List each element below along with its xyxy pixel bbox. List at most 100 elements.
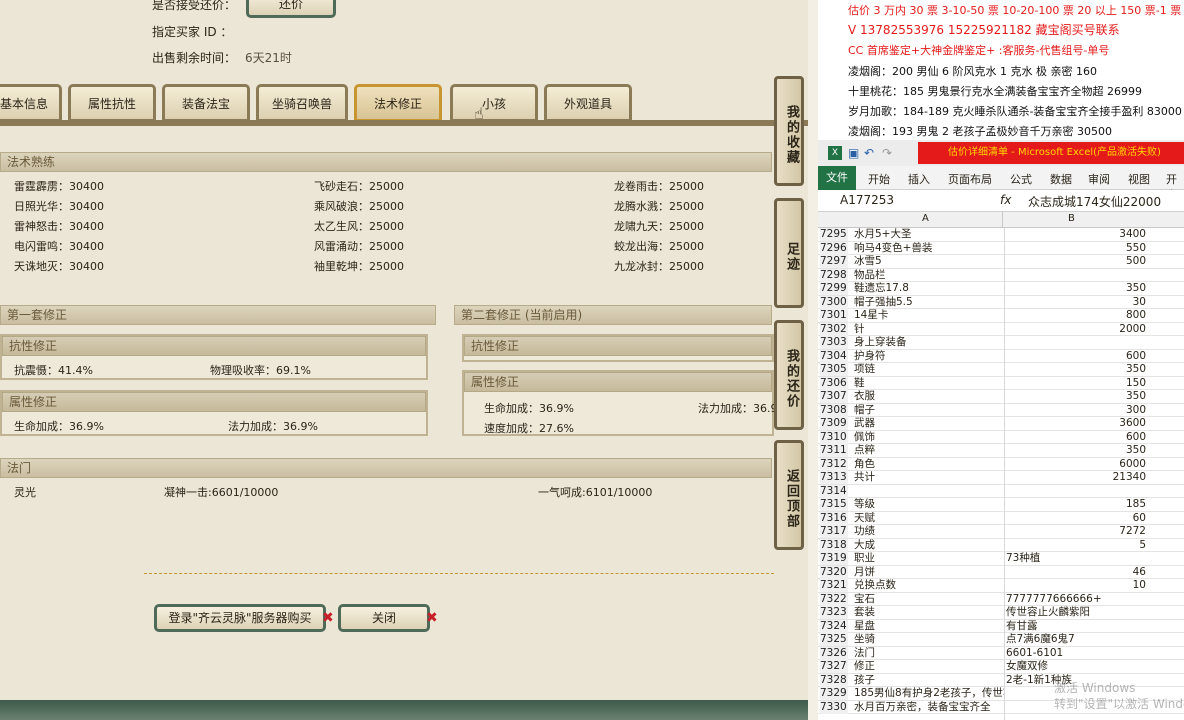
cell-a[interactable]: 法门: [854, 647, 1004, 660]
sheet-row[interactable]: 7302 针 2000: [818, 322, 1184, 336]
sheet-row[interactable]: 7310 佩饰 600: [818, 430, 1184, 444]
cell-b[interactable]: 10: [1006, 579, 1146, 592]
ribbon-tab[interactable]: 审阅: [1088, 171, 1110, 187]
cell-b[interactable]: 3400: [1006, 228, 1146, 241]
cell-a[interactable]: 大成: [854, 539, 1004, 552]
my-favorites-button[interactable]: 我的收藏: [774, 76, 804, 186]
sheet-row[interactable]: 7324 星盘 有甘露: [818, 619, 1184, 633]
sheet-row[interactable]: 7296 响马4变色+兽装 550: [818, 241, 1184, 255]
cell-a[interactable]: 护身符: [854, 350, 1004, 363]
sheet-row[interactable]: 7298 物品栏: [818, 268, 1184, 282]
sheet-row[interactable]: 7320 月饼 46: [818, 565, 1184, 579]
row-number[interactable]: 7296: [820, 241, 848, 255]
cell-a[interactable]: 佩饰: [854, 431, 1004, 444]
cell-b[interactable]: 21340: [1006, 471, 1146, 484]
row-number[interactable]: 7309: [820, 417, 848, 430]
cell-a[interactable]: 孩子: [854, 674, 1004, 687]
cell-b[interactable]: 46: [1006, 566, 1146, 579]
cell-b[interactable]: 300: [1006, 404, 1146, 417]
cell-a[interactable]: 点粹: [854, 444, 1004, 457]
cell-b[interactable]: 600: [1006, 350, 1146, 363]
row-number[interactable]: 7299: [820, 282, 848, 295]
name-box[interactable]: A177253: [840, 193, 960, 207]
row-number[interactable]: 7295: [820, 228, 848, 241]
cell-b[interactable]: 30: [1006, 296, 1146, 309]
tab-attr-resist[interactable]: 属性抗性: [68, 84, 156, 122]
cell-a[interactable]: 共计: [854, 471, 1004, 484]
haggle-button[interactable]: 还价: [246, 0, 336, 18]
cell-b[interactable]: 73种植: [1006, 552, 1146, 565]
ribbon-tab[interactable]: 开始: [868, 171, 890, 187]
footprints-button[interactable]: 足迹: [774, 198, 804, 308]
sheet-row[interactable]: 7307 衣服 350: [818, 390, 1184, 404]
cell-a[interactable]: 套装: [854, 606, 1004, 619]
row-number[interactable]: 7307: [820, 390, 848, 403]
sheet-row[interactable]: 7323 套装 传世容止火麟紫阳: [818, 606, 1184, 620]
cell-a[interactable]: 天赋: [854, 512, 1004, 525]
save-icon[interactable]: ▣: [848, 146, 859, 160]
sheet-row[interactable]: 7319 职业 73种植: [818, 552, 1184, 566]
column-header[interactable]: A: [922, 213, 929, 224]
cell-b[interactable]: 350: [1006, 363, 1146, 376]
cell-a[interactable]: 职业: [854, 552, 1004, 565]
cell-b[interactable]: 350: [1006, 390, 1146, 403]
back-to-top-button[interactable]: 返回顶部: [774, 440, 804, 550]
sheet-grid[interactable]: 7295 水月5+大圣 3400 7296 响马4变色+兽装 550 7297 冰雪5 500 7…: [818, 228, 1184, 720]
cell-a[interactable]: 项链: [854, 363, 1004, 376]
sheet-row[interactable]: 7316 天赋 60: [818, 511, 1184, 525]
cell-a[interactable]: 帽子: [854, 404, 1004, 417]
cell-a[interactable]: 星盘: [854, 620, 1004, 633]
cell-b[interactable]: 7272: [1006, 525, 1146, 538]
row-number[interactable]: 7305: [820, 363, 848, 376]
row-number[interactable]: 7308: [820, 403, 848, 417]
cell-b[interactable]: 传世容止火麟紫阳: [1006, 606, 1146, 619]
cell-b[interactable]: 350: [1006, 282, 1146, 295]
cell-a[interactable]: 针: [854, 323, 1004, 336]
cell-a[interactable]: 鞋: [854, 377, 1004, 390]
undo-icon[interactable]: ↶: [864, 146, 874, 160]
cell-a[interactable]: 185男仙8有护身2老孩子，传世容止羽克火平秒伤害: [854, 687, 1004, 700]
row-number[interactable]: 7300: [820, 295, 848, 309]
cell-a[interactable]: 响马4变色+兽装: [854, 242, 1004, 255]
row-number[interactable]: 7313: [820, 471, 848, 484]
tab-equipment[interactable]: 装备法宝: [162, 84, 250, 122]
row-number[interactable]: 7297: [820, 255, 848, 268]
sheet-row[interactable]: 7297 冰雪5 500: [818, 255, 1184, 269]
cell-b[interactable]: 550: [1006, 242, 1146, 255]
row-number[interactable]: 7311: [820, 444, 848, 457]
cell-b[interactable]: 185: [1006, 498, 1146, 511]
cell-b[interactable]: 150: [1006, 377, 1146, 390]
fx-icon[interactable]: fx: [1000, 193, 1011, 207]
row-number[interactable]: 7328: [820, 673, 848, 687]
cell-a[interactable]: 修正: [854, 660, 1004, 673]
tab-basic-info[interactable]: 基本信息: [0, 84, 62, 122]
close-button[interactable]: 关闭: [338, 604, 430, 632]
sheet-row[interactable]: 7321 兑换点数 10: [818, 579, 1184, 593]
my-haggles-button[interactable]: 我的还价: [774, 320, 804, 430]
ribbon-tab[interactable]: 视图: [1128, 171, 1150, 187]
row-number[interactable]: 7314: [820, 484, 848, 498]
cell-a[interactable]: 角色: [854, 458, 1004, 471]
cell-b[interactable]: 女魔双修: [1006, 660, 1146, 673]
row-number[interactable]: 7324: [820, 619, 848, 633]
sheet-row[interactable]: 7325 坐骑 点7满6魔6鬼7: [818, 633, 1184, 647]
tab-spell-correction[interactable]: 法术修正: [354, 84, 442, 122]
cell-a[interactable]: 宝石: [854, 593, 1004, 606]
cell-b[interactable]: 3600: [1006, 417, 1146, 430]
sheet-row[interactable]: 7322 宝石 7777777666666+: [818, 592, 1184, 606]
row-number[interactable]: 7312: [820, 457, 848, 471]
row-number[interactable]: 7321: [820, 579, 848, 592]
cell-a[interactable]: 水月5+大圣: [854, 228, 1004, 241]
row-number[interactable]: 7318: [820, 538, 848, 552]
cell-b[interactable]: 60: [1006, 512, 1146, 525]
sheet-row[interactable]: 7313 共计 21340: [818, 471, 1184, 485]
row-number[interactable]: 7317: [820, 525, 848, 538]
sheet-row[interactable]: 7326 法门 6601-6101: [818, 646, 1184, 660]
row-number[interactable]: 7325: [820, 633, 848, 646]
sheet-row[interactable]: 7303 身上穿装备: [818, 336, 1184, 350]
tab-child[interactable]: 小孩: [450, 84, 538, 122]
row-number[interactable]: 7316: [820, 511, 848, 525]
row-number[interactable]: 7301: [820, 309, 848, 322]
sheet-row[interactable]: 7304 护身符 600: [818, 349, 1184, 363]
row-number[interactable]: 7304: [820, 349, 848, 363]
